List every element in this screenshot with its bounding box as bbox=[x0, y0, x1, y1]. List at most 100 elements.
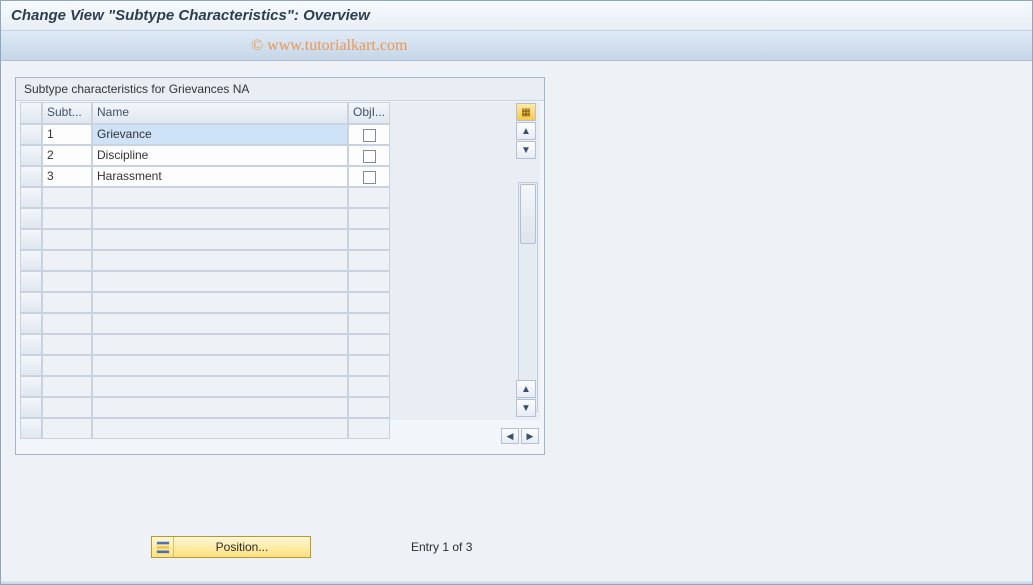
cell-objid[interactable] bbox=[348, 145, 390, 166]
cell-subtype[interactable]: 1 bbox=[42, 124, 92, 145]
row-selector[interactable] bbox=[20, 208, 42, 229]
cell-subtype bbox=[42, 208, 92, 229]
cell-name[interactable]: Grievance bbox=[92, 124, 348, 145]
row-selector[interactable] bbox=[20, 166, 42, 187]
window-bottom-border bbox=[1, 581, 1032, 584]
cell-name bbox=[92, 397, 348, 418]
table-row-empty bbox=[20, 355, 540, 376]
cell-subtype bbox=[42, 313, 92, 334]
cell-objid bbox=[348, 397, 390, 418]
cell-objid bbox=[348, 229, 390, 250]
watermark-text: © www.tutorialkart.com bbox=[251, 37, 407, 55]
cell-objid bbox=[348, 271, 390, 292]
cell-name bbox=[92, 208, 348, 229]
vertical-scrollbar[interactable] bbox=[518, 182, 538, 412]
position-button[interactable]: Position... bbox=[151, 536, 311, 558]
cell-name bbox=[92, 250, 348, 271]
cell-objid bbox=[348, 187, 390, 208]
col-name[interactable]: Name bbox=[92, 102, 348, 124]
table-row-empty bbox=[20, 292, 540, 313]
cell-name bbox=[92, 292, 348, 313]
cell-subtype bbox=[42, 250, 92, 271]
sap-window: Change View "Subtype Characteristics": O… bbox=[0, 0, 1033, 585]
grid-title: Subtype characteristics for Grievances N… bbox=[16, 78, 544, 101]
checkbox-icon[interactable] bbox=[363, 150, 376, 163]
row-selector[interactable] bbox=[20, 376, 42, 397]
cell-objid[interactable] bbox=[348, 166, 390, 187]
position-button-label: Position... bbox=[174, 540, 310, 554]
table-row-empty bbox=[20, 397, 540, 418]
cell-subtype bbox=[42, 292, 92, 313]
footer: Position... Entry 1 of 3 bbox=[151, 536, 472, 558]
cell-objid bbox=[348, 292, 390, 313]
scroll-down-button[interactable]: ▼ bbox=[516, 141, 536, 159]
row-selector[interactable] bbox=[20, 250, 42, 271]
cell-subtype bbox=[42, 229, 92, 250]
cell-name bbox=[92, 376, 348, 397]
table-row-empty bbox=[20, 250, 540, 271]
row-selector[interactable] bbox=[20, 271, 42, 292]
row-selector[interactable] bbox=[20, 334, 42, 355]
row-selector[interactable] bbox=[20, 292, 42, 313]
cell-subtype bbox=[42, 355, 92, 376]
row-selector[interactable] bbox=[20, 145, 42, 166]
grid: Subt... Name ObjI... 1Grievance2Discipli… bbox=[20, 102, 540, 420]
cell-objid[interactable] bbox=[348, 124, 390, 145]
grid-vertical-toolbar-bottom: ▲ ▼ bbox=[516, 379, 538, 418]
config-columns-button[interactable]: ▦ bbox=[516, 103, 536, 121]
cell-subtype bbox=[42, 334, 92, 355]
row-selector[interactable] bbox=[20, 397, 42, 418]
page-title: Change View "Subtype Characteristics": O… bbox=[11, 7, 370, 24]
cell-objid bbox=[348, 208, 390, 229]
table-row-empty bbox=[20, 376, 540, 397]
table-row[interactable]: 3Harassment bbox=[20, 166, 540, 187]
table-row-empty bbox=[20, 208, 540, 229]
cell-objid bbox=[348, 355, 390, 376]
table-row[interactable]: 2Discipline bbox=[20, 145, 540, 166]
col-select-all[interactable] bbox=[20, 102, 42, 124]
cell-objid bbox=[348, 250, 390, 271]
cell-objid bbox=[348, 313, 390, 334]
table-row-empty bbox=[20, 187, 540, 208]
table-row-empty bbox=[20, 334, 540, 355]
col-objid[interactable]: ObjI... bbox=[348, 102, 390, 124]
cell-objid bbox=[348, 334, 390, 355]
row-selector[interactable] bbox=[20, 313, 42, 334]
horizontal-scrollbar: ◀ ▶ bbox=[20, 426, 540, 446]
table-row-empty bbox=[20, 313, 540, 334]
checkbox-icon[interactable] bbox=[363, 129, 376, 142]
scroll-left-button[interactable]: ◀ bbox=[501, 428, 519, 444]
col-subtype[interactable]: Subt... bbox=[42, 102, 92, 124]
cell-name[interactable]: Harassment bbox=[92, 166, 348, 187]
vertical-scrollbar-thumb[interactable] bbox=[520, 184, 536, 244]
scroll-down-button-2[interactable]: ▼ bbox=[516, 399, 536, 417]
row-selector[interactable] bbox=[20, 187, 42, 208]
cell-subtype bbox=[42, 397, 92, 418]
cell-subtype bbox=[42, 376, 92, 397]
row-selector[interactable] bbox=[20, 355, 42, 376]
table-row-empty bbox=[20, 229, 540, 250]
cell-name bbox=[92, 334, 348, 355]
cell-name bbox=[92, 355, 348, 376]
grid-body: 1Grievance2Discipline3Harassment bbox=[20, 124, 540, 439]
grid-header-row: Subt... Name ObjI... bbox=[20, 102, 540, 124]
cell-name[interactable]: Discipline bbox=[92, 145, 348, 166]
cell-subtype bbox=[42, 187, 92, 208]
scroll-right-button[interactable]: ▶ bbox=[521, 428, 539, 444]
cell-name bbox=[92, 271, 348, 292]
checkbox-icon[interactable] bbox=[363, 171, 376, 184]
cell-name bbox=[92, 229, 348, 250]
row-selector[interactable] bbox=[20, 229, 42, 250]
cell-subtype[interactable]: 3 bbox=[42, 166, 92, 187]
titlebar: Change View "Subtype Characteristics": O… bbox=[1, 1, 1032, 31]
row-selector[interactable] bbox=[20, 124, 42, 145]
grid-panel: Subtype characteristics for Grievances N… bbox=[15, 77, 545, 455]
cell-subtype bbox=[42, 271, 92, 292]
cell-subtype[interactable]: 2 bbox=[42, 145, 92, 166]
entry-counter: Entry 1 of 3 bbox=[411, 540, 472, 554]
cell-objid bbox=[348, 376, 390, 397]
table-row[interactable]: 1Grievance bbox=[20, 124, 540, 145]
cell-name bbox=[92, 313, 348, 334]
scroll-up-button-2[interactable]: ▲ bbox=[516, 380, 536, 398]
scroll-up-button[interactable]: ▲ bbox=[516, 122, 536, 140]
